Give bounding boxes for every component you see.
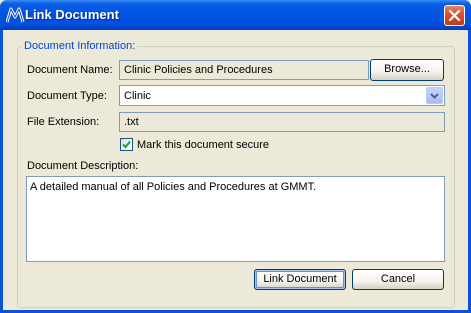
close-button[interactable]: [444, 5, 465, 26]
document-type-value: Clinic: [124, 90, 151, 102]
dialog-window: Link Document Document Information: Docu…: [0, 0, 471, 313]
document-description-label: Document Description:: [27, 160, 139, 172]
secure-checkbox-label[interactable]: Mark this document secure: [137, 139, 269, 151]
link-document-button-label: Link Document: [263, 273, 337, 285]
file-extension-label: File Extension:: [27, 116, 100, 128]
close-icon: [448, 9, 461, 22]
dropdown-arrow-button[interactable]: [426, 87, 443, 104]
mediware-m-icon: [5, 6, 26, 24]
title-bar[interactable]: Link Document: [0, 0, 471, 30]
document-name-label: Document Name:: [27, 64, 113, 76]
document-type-select[interactable]: Clinic: [119, 85, 445, 106]
browse-button[interactable]: Browse...: [370, 59, 444, 81]
group-legend: Document Information:: [22, 40, 138, 52]
document-description-textarea[interactable]: A detailed manual of all Policies and Pr…: [26, 176, 445, 262]
dialog-body: Document Information: Document Name: Cli…: [3, 30, 468, 310]
browse-button-label: Browse...: [384, 63, 430, 75]
chevron-down-icon: [430, 93, 439, 99]
secure-checkbox[interactable]: [120, 138, 133, 151]
link-document-button[interactable]: Link Document: [254, 269, 346, 290]
document-type-label: Document Type:: [27, 90, 107, 102]
cancel-button[interactable]: Cancel: [352, 269, 444, 290]
file-extension-field: .txt: [119, 112, 445, 132]
window-title: Link Document: [25, 7, 119, 22]
checkmark-icon: [122, 140, 131, 149]
document-name-field[interactable]: Clinic Policies and Procedures: [119, 60, 369, 80]
cancel-button-label: Cancel: [380, 273, 416, 285]
